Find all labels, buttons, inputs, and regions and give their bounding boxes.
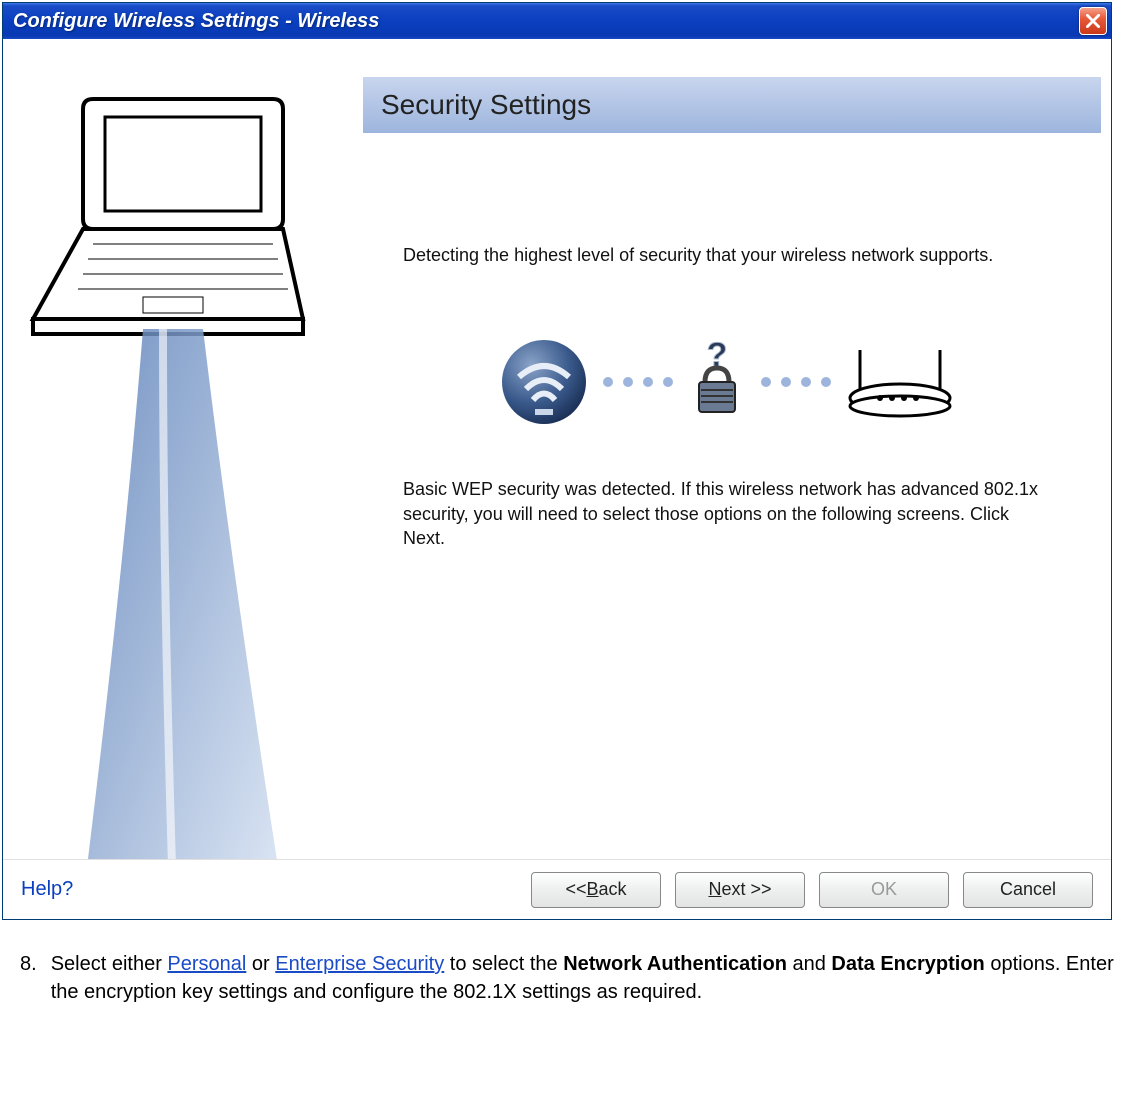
ok-button: OK — [819, 872, 949, 908]
page-title: Security Settings — [381, 89, 591, 121]
instruction-step: 8. Select either Personal or Enterprise … — [20, 950, 1117, 1006]
back-button[interactable]: << Back — [531, 872, 661, 908]
close-icon — [1086, 14, 1100, 28]
content-area: Detecting the highest level of security … — [363, 133, 1101, 550]
data-encryption-bold: Data Encryption — [831, 953, 984, 975]
enterprise-security-link[interactable]: Enterprise Security — [275, 953, 444, 975]
step-text: Select either Personal or Enterprise Sec… — [51, 950, 1117, 1006]
dialog-body: Security Settings Detecting the highest … — [3, 39, 1111, 919]
connection-graphic: ? — [403, 337, 1051, 427]
cancel-button[interactable]: Cancel — [963, 872, 1093, 908]
lock-question-icon: ? — [687, 342, 747, 422]
close-button[interactable] — [1079, 7, 1107, 35]
personal-link[interactable]: Personal — [167, 953, 246, 975]
left-illustration-pane — [3, 39, 363, 919]
step-number: 8. — [20, 950, 37, 1006]
detecting-text: Detecting the highest level of security … — [403, 243, 1051, 267]
next-button[interactable]: Next >> — [675, 872, 805, 908]
result-text: Basic WEP security was detected. If this… — [403, 477, 1051, 550]
window-title: Configure Wireless Settings - Wireless — [13, 10, 379, 33]
router-icon — [845, 342, 955, 422]
title-bar[interactable]: Configure Wireless Settings - Wireless — [3, 3, 1111, 39]
network-auth-bold: Network Authentication — [563, 953, 787, 975]
dialog-footer: Help? << Back Next >> OK Cancel — [3, 859, 1111, 919]
dots-right — [761, 377, 831, 387]
right-content-pane: Security Settings Detecting the highest … — [363, 39, 1111, 919]
button-row: << Back Next >> OK Cancel — [531, 872, 1093, 908]
help-link[interactable]: Help? — [21, 878, 73, 901]
page-header: Security Settings — [363, 77, 1101, 133]
dialog-window: Configure Wireless Settings - Wireless — [2, 2, 1112, 920]
dots-left — [603, 377, 673, 387]
wireless-orb-icon — [499, 337, 589, 427]
laptop-beam-illustration — [23, 79, 343, 919]
